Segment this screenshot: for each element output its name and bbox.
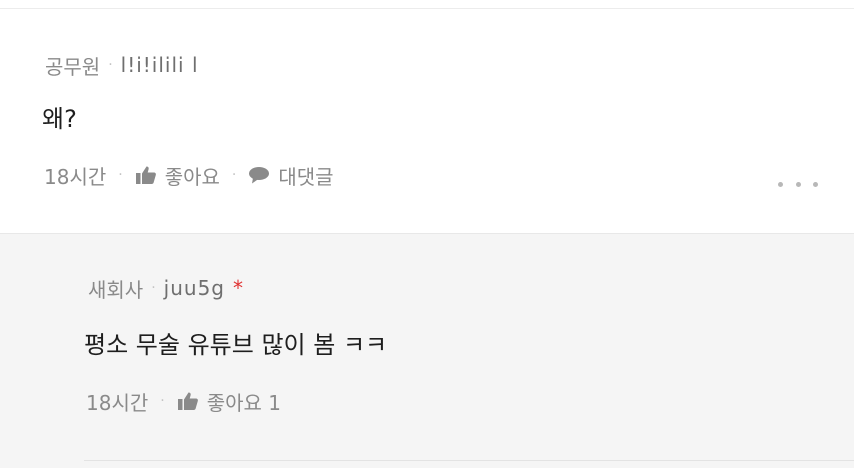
- more-options-icon[interactable]: [778, 174, 818, 194]
- dot: [795, 181, 801, 187]
- like-button[interactable]: 좋아요: [135, 161, 220, 190]
- separator-dot: ·: [108, 57, 113, 73]
- reply-author-line: 새회사 · juu5g *: [88, 274, 243, 302]
- like-label: 좋아요 1: [206, 390, 281, 415]
- author-marker: *: [232, 276, 243, 300]
- reply-actions: 18시간 · 좋아요 1: [86, 386, 281, 416]
- comment-actions: 18시간 · 좋아요 · 대댓글: [44, 160, 334, 190]
- author-company: 공무원: [45, 54, 101, 79]
- thumbs-up-icon: [135, 166, 156, 184]
- separator-dot: ·: [231, 167, 237, 183]
- comment-time: 18시간: [44, 164, 107, 189]
- separator-dot: ·: [151, 280, 156, 296]
- reply-section: 새회사 · juu5g * 평소 무술 유튜브 많이 봄 ㅋㅋ 18시간 · 좋…: [0, 233, 854, 468]
- thumbs-up-icon: [177, 392, 198, 410]
- reply-label: 대댓글: [278, 164, 334, 189]
- comment-body: 왜?: [42, 105, 77, 133]
- reply-time: 18시간: [86, 390, 149, 415]
- comment-author-line: 공무원 · l!i!ilili l: [45, 51, 199, 79]
- comment-thread: 공무원 · l!i!ilili l 왜? 18시간 · 좋아요 · 대댓글 새회…: [0, 0, 854, 468]
- separator-dot: ·: [118, 167, 123, 183]
- dot: [813, 181, 818, 187]
- dot: [778, 181, 783, 187]
- speech-bubble-icon: [249, 167, 270, 184]
- separator-dot: ·: [160, 393, 165, 409]
- divider: [84, 460, 854, 461]
- author-nickname[interactable]: juu5g: [164, 276, 225, 300]
- comment: 공무원 · l!i!ilili l 왜? 18시간 · 좋아요 · 대댓글: [0, 9, 854, 233]
- reply-button[interactable]: 대댓글: [248, 161, 334, 190]
- reply-body: 평소 무술 유튜브 많이 봄 ㅋㅋ: [84, 331, 388, 359]
- like-button[interactable]: 좋아요 1: [177, 387, 281, 416]
- author-company: 새회사: [88, 277, 144, 302]
- like-label: 좋아요: [164, 164, 220, 189]
- author-nickname[interactable]: l!i!ilili l: [121, 53, 199, 77]
